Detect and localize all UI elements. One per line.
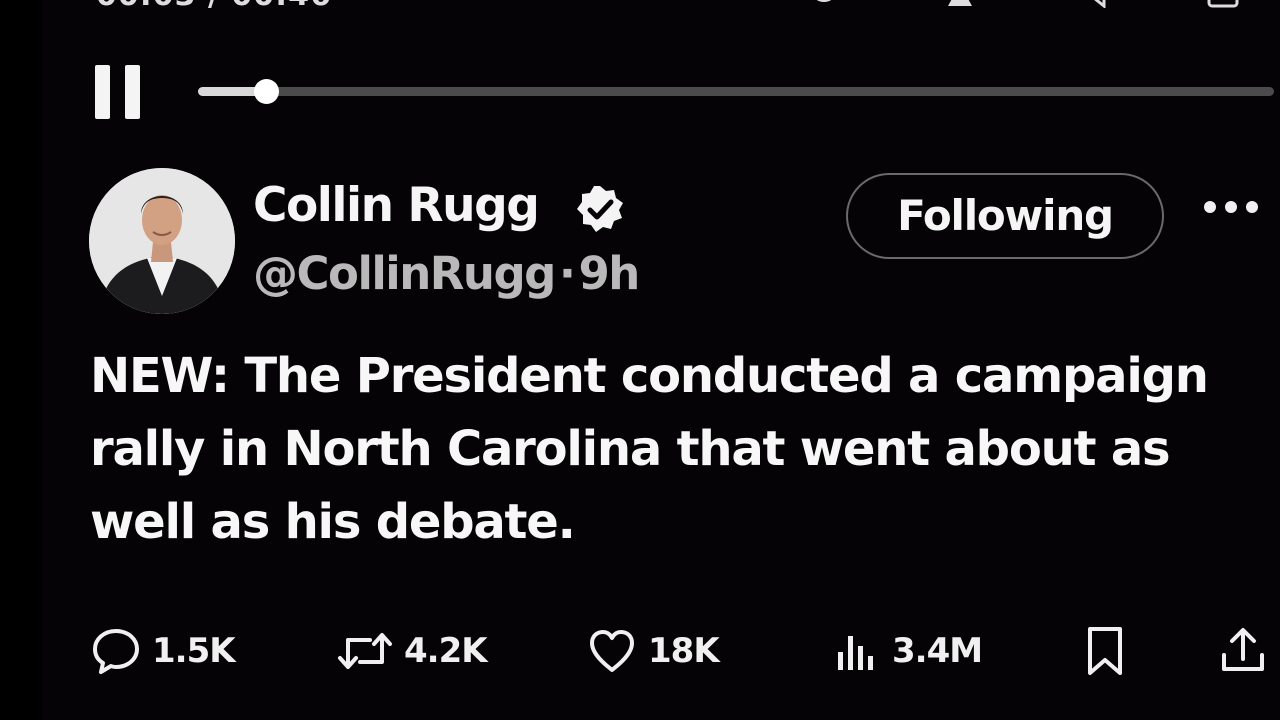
views-button[interactable]: 3.4M [834,624,983,678]
share-icon [1222,628,1264,671]
time-readout: 00:03 / 00:46 [96,0,332,13]
views-icon [838,636,873,670]
top-toolbar: 00:03 / 00:46 [0,0,1280,13]
reply-button[interactable]: 1.5K [90,624,236,678]
more-dot [1204,201,1216,213]
like-button[interactable]: 18K [586,624,720,678]
more-icon[interactable] [1198,195,1268,221]
upload-icon[interactable] [942,0,978,8]
like-icon [590,630,634,672]
pause-button[interactable] [95,65,145,121]
volume-icon[interactable] [1080,0,1116,8]
pause-bar-right [125,65,140,119]
view-count: 3.4M [892,631,983,671]
bookmark-button[interactable] [1082,624,1128,678]
avatar-photo [89,168,235,314]
repost-button[interactable]: 4.2K [336,624,488,678]
avatar[interactable] [89,168,235,314]
author-meta-line: @CollinRugg·9h [253,247,640,300]
author-display-name[interactable]: Collin Rugg [253,178,540,233]
repost-count: 4.2K [404,631,488,671]
like-count: 18K [648,631,720,671]
repost-icon [338,633,392,669]
following-button[interactable]: Following [846,173,1164,259]
video-post-frame: 00:03 / 00:46 [0,0,1280,720]
reply-icon [93,629,139,674]
post-time-ago[interactable]: 9h [578,247,640,300]
settings-icon[interactable] [806,0,842,8]
video-progress-bar[interactable] [198,79,1274,104]
fullscreen-icon[interactable] [1205,0,1241,8]
more-dot [1225,201,1237,213]
share-button[interactable] [1218,624,1268,678]
meta-separator: · [558,247,576,300]
progress-thumb[interactable] [253,79,279,104]
bookmark-icon [1088,627,1122,675]
verified-badge-icon [577,186,623,232]
pause-bar-left [95,65,110,119]
post-text: NEW: The President conducted a campaign … [90,348,1209,550]
author-handle[interactable]: @CollinRugg [253,247,556,300]
more-dot [1246,201,1258,213]
reply-count: 1.5K [152,631,236,671]
